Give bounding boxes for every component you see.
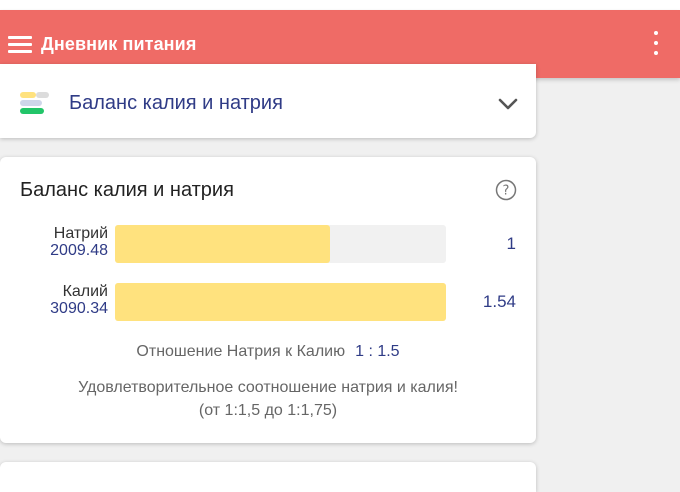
section-selector[interactable]: Баланс калия и натрия	[0, 64, 536, 138]
sodium-name: Натрий	[53, 225, 108, 242]
app-bar-title: Дневник питания	[41, 34, 197, 54]
sodium-bar-fill	[115, 225, 331, 263]
potassium-label: Калий 3090.34	[50, 283, 108, 317]
help-circle-icon[interactable]: ?	[495, 179, 517, 201]
balance-bars-icon	[19, 92, 49, 116]
hamburger-menu-icon[interactable]	[8, 34, 32, 54]
sodium-value: 2009.48	[50, 242, 108, 259]
sodium-label: Натрий 2009.48	[50, 225, 108, 259]
card-title: Баланс калия и натрия	[20, 179, 234, 201]
potassium-ratio: 1.54	[482, 292, 516, 311]
ratio-label: Отношение Натрия к Калию	[136, 343, 346, 360]
ratio-range: (от 1:1,5 до 1:1,75)	[198, 402, 338, 419]
chevron-down-icon[interactable]	[496, 94, 520, 114]
svg-text:?: ?	[503, 184, 510, 199]
potassium-name: Калий	[62, 283, 108, 300]
section-title: Баланс калия и натрия	[69, 92, 283, 114]
ratio-message: Удовлетворительное соотношение натрия и …	[78, 379, 458, 396]
ratio-value: 1 : 1.5	[355, 343, 400, 360]
potassium-bar-fill	[115, 283, 446, 321]
status-strip	[0, 0, 680, 10]
next-card	[0, 462, 536, 492]
more-vertical-icon[interactable]	[652, 31, 660, 57]
balance-card: Баланс калия и натрия ? Натрий 2009.48 1…	[0, 157, 536, 443]
sodium-ratio: 1	[506, 234, 516, 253]
sodium-bar-track	[115, 225, 446, 263]
potassium-value: 3090.34	[50, 300, 108, 317]
ratio-line: Отношение Натрия к Калию 1 : 1.5	[0, 343, 536, 361]
potassium-bar-track	[115, 283, 446, 321]
